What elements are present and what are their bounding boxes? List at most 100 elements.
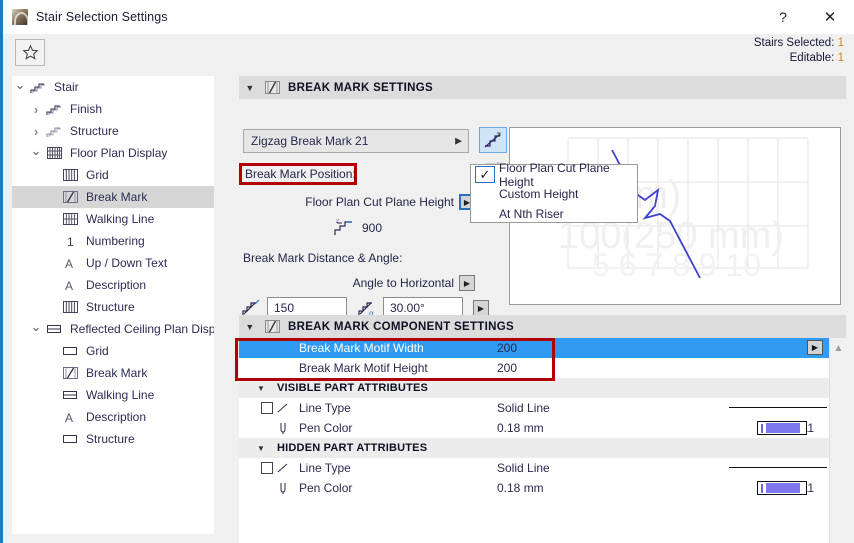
chevron-right-icon[interactable] <box>28 125 44 138</box>
sidebar-item-description[interactable]: A Description <box>12 406 214 428</box>
sidebar-item-label: Stair <box>54 80 79 94</box>
sidebar-item-up-down-text[interactable]: A Up / Down Text <box>12 252 214 274</box>
collapse-arrow-icon[interactable]: ▼ <box>239 322 261 332</box>
sidebar-item-break-mark[interactable]: Break Mark <box>12 186 214 208</box>
component-group-row[interactable]: ▼ VISIBLE PART ATTRIBUTES <box>239 378 846 398</box>
break-mark-icon <box>60 191 80 203</box>
pen-color-swatch[interactable] <box>757 481 807 495</box>
pen-color-swatch[interactable] <box>757 421 807 435</box>
collapse-arrow-icon[interactable]: ▼ <box>239 83 261 93</box>
grid-icon <box>60 169 80 181</box>
star-icon <box>21 44 39 60</box>
settings-tree-panel[interactable]: Stair Finish Structure Floor Plan Displa… <box>12 76 214 534</box>
svg-text:1: 1 <box>67 235 74 248</box>
sidebar-item-label: Reflected Ceiling Plan Displa <box>70 322 214 336</box>
menu-item-label: Custom Height <box>499 187 579 202</box>
sidebar-item-label: Description <box>86 278 147 292</box>
component-attribute-row[interactable]: Pen Color 0.18 mm 11 <box>239 478 846 498</box>
sidebar-item-structure[interactable]: Structure <box>12 120 214 142</box>
twisty <box>31 323 42 336</box>
component-attribute-row[interactable]: Line Type Solid Line <box>239 458 846 478</box>
component-scrollbar[interactable]: ▲ <box>829 338 846 543</box>
numbering-icon: 1 <box>60 235 80 248</box>
component-attribute-row[interactable]: Line Type Solid Line <box>239 398 846 418</box>
rect-icon <box>60 345 80 357</box>
motif-size-highlight <box>235 338 555 381</box>
menu-check-placeholder <box>475 205 495 222</box>
break-mark-motif-combo[interactable]: Zigzag Break Mark 21 ▶ <box>243 129 469 153</box>
attribute-checkbox[interactable] <box>261 402 273 414</box>
collapse-arrow-icon[interactable]: ▼ <box>251 384 271 393</box>
editable-line: Editable: 1 <box>754 51 844 66</box>
menu-item-at-nth-riser[interactable]: At Nth Riser <box>471 204 637 224</box>
attribute-value[interactable]: Solid Line <box>497 461 550 475</box>
attribute-label: Pen Color <box>299 421 353 435</box>
angle-mode-dropdown-button[interactable]: ▶ <box>459 275 475 291</box>
sidebar-item-grid[interactable]: Grid <box>12 164 214 186</box>
sidebar-item-walking-line[interactable]: Walking Line <box>12 384 214 406</box>
component-group-row[interactable]: ▼ HIDDEN PART ATTRIBUTES <box>239 438 846 458</box>
component-attribute-row[interactable]: Pen Color 0.18 mm 11 <box>239 418 846 438</box>
sidebar-item-finish[interactable]: Finish <box>12 98 214 120</box>
favorites-button[interactable] <box>15 39 45 66</box>
sidebar-item-label: Walking Line <box>86 212 155 226</box>
pen-icon <box>273 422 293 435</box>
twisty <box>34 125 38 138</box>
sidebar-item-label: Walking Line <box>86 388 155 402</box>
selection-status: Stairs Selected: 1 Editable: 1 <box>754 36 844 66</box>
chevron-right-icon[interactable]: ▶ <box>455 136 462 147</box>
grid-icon <box>60 301 80 313</box>
window-controls: ? ✕ <box>760 0 854 34</box>
sidebar-item-numbering[interactable]: 1 Numbering <box>12 230 214 252</box>
rcp-icon <box>60 389 80 401</box>
preview-watermark-3: 5 6 7 8 9 10 <box>592 247 761 283</box>
component-settings-header[interactable]: ▼ BREAK MARK COMPONENT SETTINGS <box>239 315 846 338</box>
chevron-down-icon[interactable] <box>28 323 44 336</box>
break-mark-settings-header[interactable]: ▼ BREAK MARK SETTINGS <box>239 76 846 99</box>
chevron-down-icon[interactable] <box>28 147 44 160</box>
stair-structure-icon <box>44 125 64 138</box>
zigzag-break-style-icon[interactable] <box>479 127 507 153</box>
rcp-icon <box>44 323 64 335</box>
attribute-label: Line Type <box>299 461 351 475</box>
sidebar-item-walking-line[interactable]: Walking Line <box>12 208 214 230</box>
stair-icon <box>44 103 64 116</box>
sidebar-item-label: Up / Down Text <box>86 256 168 270</box>
sidebar-item-grid[interactable]: Grid <box>12 340 214 362</box>
help-button[interactable]: ? <box>760 0 806 34</box>
chevron-right-icon[interactable] <box>28 103 44 116</box>
menu-item-label: Floor Plan Cut Plane Height <box>499 160 610 189</box>
attribute-value[interactable]: Solid Line <box>497 401 550 415</box>
sidebar-item-break-mark[interactable]: Break Mark <box>12 362 214 384</box>
sidebar-item-label: Numbering <box>86 234 145 248</box>
stairs-selected-label: Stairs Selected: <box>753 37 835 49</box>
chevron-down-icon[interactable] <box>12 81 28 94</box>
sidebar-item-description[interactable]: A Description <box>12 274 214 296</box>
height-value: 900 <box>361 221 383 235</box>
attribute-value[interactable]: 0.18 mm <box>497 481 544 495</box>
attribute-checkbox[interactable] <box>261 462 273 474</box>
menu-item-floor-plan-cut-plane-height[interactable]: ✓ Floor Plan Cut Plane Height <box>471 161 637 189</box>
sidebar-item-reflected-ceiling-plan-displa[interactable]: Reflected Ceiling Plan Displa <box>12 318 214 340</box>
parameter-dropdown-button[interactable]: ▶ <box>807 340 823 355</box>
svg-text:2: 2 <box>336 219 339 225</box>
rect-icon <box>60 433 80 445</box>
sidebar-item-structure[interactable]: Structure <box>12 296 214 318</box>
collapse-arrow-icon[interactable]: ▼ <box>251 444 271 453</box>
checkmark-icon: ✓ <box>475 166 495 184</box>
attribute-value[interactable]: 0.18 mm <box>497 421 544 435</box>
angle-stepper-button[interactable]: ▶ <box>473 300 489 316</box>
break-distance-value: 150 <box>274 301 295 315</box>
cut-plane-dropdown-menu[interactable]: ✓ Floor Plan Cut Plane Height Custom Heigh… <box>470 161 638 224</box>
attribute-label: Line Type <box>299 401 351 415</box>
close-button[interactable]: ✕ <box>806 0 854 34</box>
stairs-selected-value: 1 <box>837 37 844 49</box>
parameter-edit-area[interactable]: ▶ <box>713 338 826 358</box>
menu-check-placeholder <box>475 186 495 203</box>
sidebar-item-structure[interactable]: Structure <box>12 428 214 450</box>
sidebar-item-stair[interactable]: Stair <box>12 76 214 98</box>
toolbar-strip: Stairs Selected: 1 Editable: 1 <box>3 34 854 72</box>
sidebar-item-floor-plan-display[interactable]: Floor Plan Display <box>12 142 214 164</box>
break-mark-icon <box>60 367 80 379</box>
scroll-up-icon[interactable]: ▲ <box>830 341 847 355</box>
